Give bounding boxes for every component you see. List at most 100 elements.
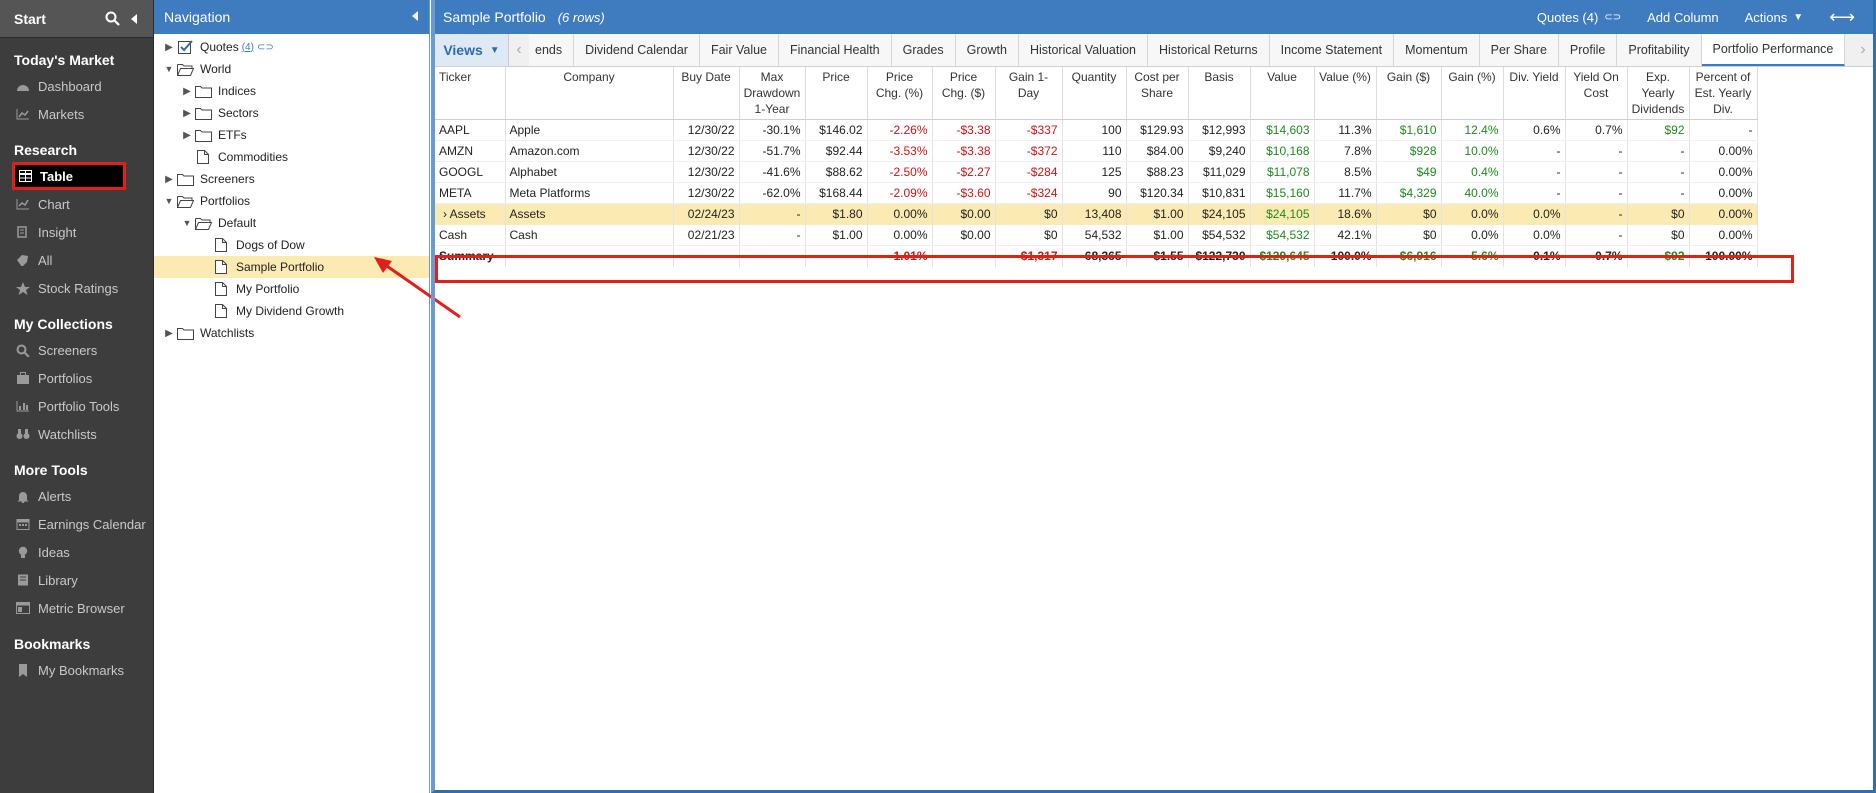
sidebar-item-portfolio-tools[interactable]: Portfolio Tools bbox=[0, 392, 153, 420]
sidebar-item-insight[interactable]: Insight bbox=[0, 218, 153, 246]
tab-per-share[interactable]: Per Share bbox=[1479, 34, 1559, 66]
tab-financial-health[interactable]: Financial Health bbox=[779, 34, 892, 66]
tab-fair-value[interactable]: Fair Value bbox=[699, 34, 779, 66]
sidebar-item-portfolios[interactable]: Portfolios bbox=[0, 364, 153, 392]
sidebar-item-ideas[interactable]: Ideas bbox=[0, 538, 153, 566]
column-header-price-chg[interactable]: Price Chg. ($) bbox=[932, 67, 996, 120]
sidebar-item-all[interactable]: All bbox=[0, 246, 153, 274]
column-header-company[interactable]: Company bbox=[505, 67, 674, 120]
sidebar-item-label: Watchlists bbox=[38, 426, 97, 442]
expand-triangle-icon[interactable]: ▶ bbox=[162, 174, 176, 185]
start-title[interactable]: Start bbox=[14, 11, 99, 27]
sidebar-item-metric-browser[interactable]: Metric Browser bbox=[0, 594, 153, 622]
table-row[interactable]: AMZN Amazon.com 12/30/22 -51.7% $92.44 -3.53%… bbox=[435, 140, 1758, 162]
actions-button[interactable]: Actions ▼ bbox=[1745, 10, 1804, 25]
tree-item-my-dividend-growth[interactable]: My Dividend Growth bbox=[154, 300, 429, 322]
column-header-quantity[interactable]: Quantity bbox=[1062, 67, 1127, 120]
column-header-exp-yearly-dividends[interactable]: Exp. Yearly Dividends bbox=[1627, 67, 1690, 120]
tab-profile[interactable]: Profile bbox=[1558, 34, 1618, 66]
column-header-max-drawdown-1-year[interactable]: Max Drawdown 1-Year bbox=[739, 67, 806, 120]
sidebar-item-table[interactable]: Table bbox=[12, 162, 126, 190]
tabs-scroll-right-icon[interactable]: › bbox=[1853, 34, 1873, 66]
tree-item-commodities[interactable]: Commodities bbox=[154, 146, 429, 168]
tabs-scroll-left-icon[interactable]: ‹ bbox=[509, 34, 529, 66]
collapse-triangle-icon[interactable]: ▼ bbox=[180, 218, 194, 228]
table-row[interactable]: › Assets Assets 02/24/23- $1.80 0.00% $0.00 $0… bbox=[435, 203, 1758, 225]
expand-width-icon[interactable]: ⟷ bbox=[1829, 7, 1855, 28]
tab-portfolio-performance[interactable]: Portfolio Performance bbox=[1701, 34, 1846, 66]
sidebar-item-screeners[interactable]: Screeners bbox=[0, 336, 153, 364]
tree-item-etfs[interactable]: ▶ ETFs bbox=[154, 124, 429, 146]
column-header-basis[interactable]: Basis bbox=[1188, 67, 1251, 120]
column-header-price[interactable]: Price bbox=[805, 67, 868, 120]
table-row[interactable]: GOOGL Alphabet 12/30/22 -41.6% $88.62 -2.50% -… bbox=[435, 161, 1758, 183]
expand-row-chevron-icon[interactable]: › bbox=[443, 207, 450, 221]
column-header-price-chg[interactable]: Price Chg. (%) bbox=[867, 67, 933, 120]
link-icon[interactable]: ⊂⊃ bbox=[257, 42, 274, 53]
tab-historical-valuation[interactable]: Historical Valuation bbox=[1018, 34, 1149, 66]
tab-dividend-calendar[interactable]: Dividend Calendar bbox=[574, 34, 700, 66]
expand-triangle-icon[interactable]: ▶ bbox=[180, 108, 194, 119]
sidebar-item-stock-ratings[interactable]: Stock Ratings bbox=[0, 274, 153, 302]
column-header-gain[interactable]: Gain ($) bbox=[1376, 67, 1442, 120]
column-header-div-yield[interactable]: Div. Yield bbox=[1503, 67, 1566, 120]
tree-item-dogs-of-dow[interactable]: Dogs of Dow bbox=[154, 234, 429, 256]
column-header-cost-per-share[interactable]: Cost per Share bbox=[1126, 67, 1189, 120]
sidebar-item-markets[interactable]: Markets bbox=[0, 100, 153, 128]
expand-triangle-icon[interactable]: ▶ bbox=[180, 86, 194, 97]
sidebar-item-dashboard[interactable]: Dashboard bbox=[0, 72, 153, 100]
collapse-triangle-icon[interactable]: ▼ bbox=[162, 64, 176, 74]
column-header-ticker[interactable]: Ticker bbox=[435, 67, 506, 120]
views-dropdown[interactable]: Views ▼ bbox=[435, 34, 509, 66]
table-row[interactable]: META Meta Platforms 12/30/22 -62.0% $168.44-… bbox=[435, 182, 1758, 204]
collapse-left-icon[interactable] bbox=[125, 10, 143, 28]
tab-growth[interactable]: Growth bbox=[955, 34, 1019, 66]
tree-item-quotes[interactable]: ▶ Quotes (4) ⊂⊃ bbox=[154, 36, 429, 58]
tab-income-statement[interactable]: Income Statement bbox=[1269, 34, 1395, 66]
portfolio-table-panel: Sample Portfolio (6 rows) Quotes (4) ⊂⊃ … bbox=[431, 0, 1876, 793]
table-cell: $1,610 bbox=[1376, 119, 1442, 141]
tree-item-my-portfolio[interactable]: My Portfolio bbox=[154, 278, 429, 300]
collapse-nav-icon[interactable] bbox=[411, 9, 419, 25]
tab-ends[interactable]: ends bbox=[529, 34, 575, 66]
tree-item-indices[interactable]: ▶ Indices bbox=[154, 80, 429, 102]
sidebar-item-library[interactable]: Library bbox=[0, 566, 153, 594]
expand-triangle-icon[interactable]: ▶ bbox=[162, 42, 176, 53]
tab-grades[interactable]: Grades bbox=[891, 34, 956, 66]
sidebar-item-chart[interactable]: Chart bbox=[0, 190, 153, 218]
sidebar-item-my-bookmarks[interactable]: My Bookmarks bbox=[0, 656, 153, 684]
tree-item-default[interactable]: ▼ Default bbox=[154, 212, 429, 234]
table-row[interactable]: Cash Cash 02/21/23- $1.00 0.00% $0.00 $0 54,532… bbox=[435, 224, 1758, 246]
tree-item-watchlists[interactable]: ▶ Watchlists bbox=[154, 322, 429, 344]
column-header-gain-1-day[interactable]: Gain 1-Day bbox=[995, 67, 1063, 120]
collapse-triangle-icon[interactable]: ▼ bbox=[162, 196, 176, 206]
expand-triangle-icon[interactable]: ▶ bbox=[180, 130, 194, 141]
table-row[interactable]: AAPL Apple 12/30/22 -30.1% $146.02 -2.26% -$3.… bbox=[435, 119, 1758, 141]
column-header-buy-date[interactable]: Buy Date bbox=[673, 67, 740, 120]
tree-item-sample-portfolio[interactable]: Sample Portfolio bbox=[154, 256, 429, 278]
tab-momentum[interactable]: Momentum bbox=[1394, 34, 1480, 66]
summary-row[interactable]: Summary -1.01% -$1,317 68,365 $1.55 $122,730 $… bbox=[435, 245, 1758, 267]
add-column-button[interactable]: Add Column bbox=[1647, 10, 1719, 25]
tab-historical-returns[interactable]: Historical Returns bbox=[1148, 34, 1270, 66]
calendar-icon bbox=[14, 516, 32, 532]
column-header-gain[interactable]: Gain (%) bbox=[1441, 67, 1504, 120]
tree-item-screeners[interactable]: ▶ Screeners bbox=[154, 168, 429, 190]
column-header-percent-of-est-yearly-div[interactable]: Percent of Est. Yearly Div. bbox=[1689, 67, 1758, 120]
table-cell: - bbox=[1565, 203, 1628, 225]
column-header-value[interactable]: Value (%) bbox=[1314, 67, 1377, 120]
tree-item-world[interactable]: ▼ World bbox=[154, 58, 429, 80]
tab-profitability[interactable]: Profitability bbox=[1617, 34, 1702, 66]
column-header-yield-on-cost[interactable]: Yield On Cost bbox=[1565, 67, 1628, 120]
search-icon[interactable] bbox=[103, 10, 121, 28]
sidebar-item-earnings-calendar[interactable]: Earnings Calendar bbox=[0, 510, 153, 538]
sidebar-item-label: Portfolio Tools bbox=[38, 398, 120, 414]
sidebar-item-alerts[interactable]: Alerts bbox=[0, 482, 153, 510]
quotes-button[interactable]: Quotes (4) ⊂⊃ bbox=[1537, 10, 1621, 25]
column-header-value[interactable]: Value bbox=[1250, 67, 1315, 120]
sidebar-item-watchlists[interactable]: Watchlists bbox=[0, 420, 153, 448]
tree-item-sectors[interactable]: ▶ Sectors bbox=[154, 102, 429, 124]
expand-triangle-icon[interactable]: ▶ bbox=[162, 328, 176, 339]
link-icon: ⊂⊃ bbox=[1604, 11, 1622, 23]
tree-item-portfolios[interactable]: ▼ Portfolios bbox=[154, 190, 429, 212]
